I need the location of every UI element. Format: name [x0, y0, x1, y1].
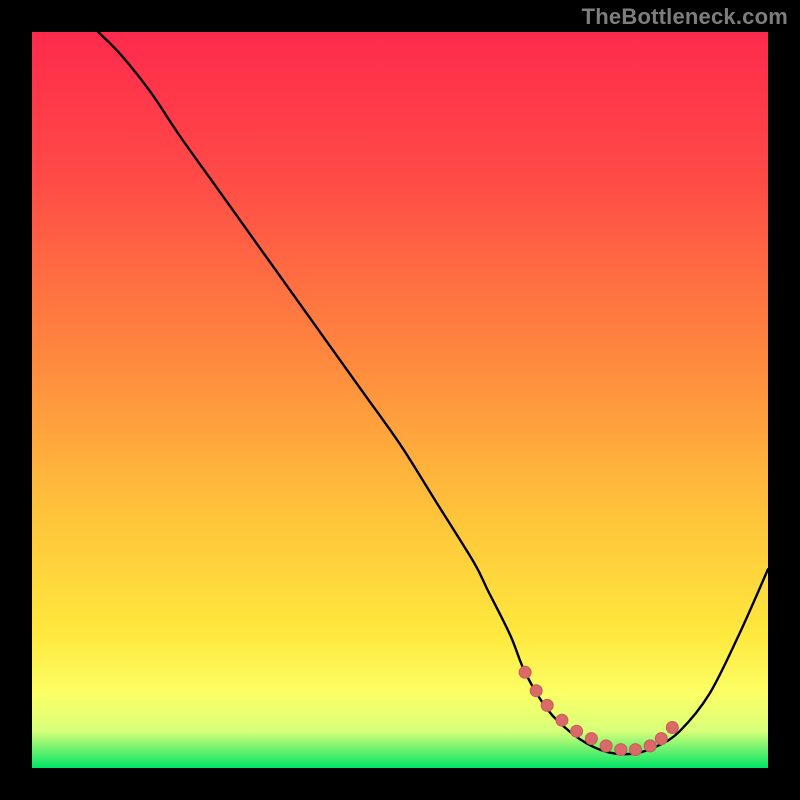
- optimal-marker: [530, 685, 542, 697]
- optimal-marker: [541, 699, 553, 711]
- optimal-marker: [666, 722, 678, 734]
- optimal-marker: [655, 733, 667, 745]
- attribution-text: TheBottleneck.com: [582, 4, 788, 30]
- optimal-marker: [519, 666, 531, 678]
- optimal-marker: [630, 744, 642, 756]
- optimal-marker: [556, 714, 568, 726]
- bottleneck-curve: [32, 32, 768, 768]
- plot-area: [32, 32, 768, 768]
- optimal-marker: [600, 740, 612, 752]
- optimal-marker: [571, 725, 583, 737]
- chart-frame: TheBottleneck.com: [0, 0, 800, 800]
- optimal-marker: [644, 740, 656, 752]
- optimal-marker: [615, 744, 627, 756]
- optimal-marker: [585, 733, 597, 745]
